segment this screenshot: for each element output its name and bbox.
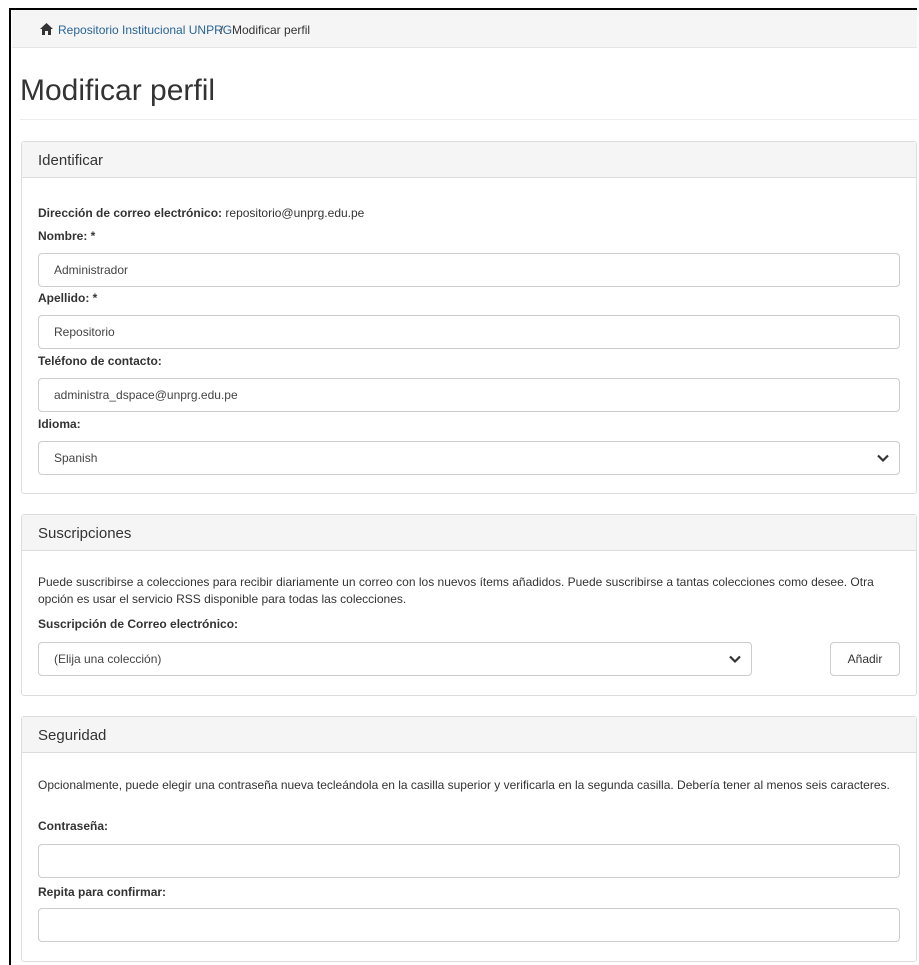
title-divider <box>20 119 918 120</box>
subscriptions-heading: Suscripciones <box>22 515 916 551</box>
email-row: Dirección de correo electrónico: reposit… <box>38 206 364 220</box>
security-panel: Seguridad Opcionalmente, puede elegir un… <box>21 716 917 962</box>
phone-input[interactable]: administra_dspace@unprg.edu.pe <box>38 378 900 412</box>
last-name-label: Apellido: * <box>38 291 98 305</box>
breadcrumb-current: Modificar perfil <box>232 23 311 37</box>
email-subscription-label: Suscripción de Correo electrónico: <box>38 617 239 631</box>
email-label: Dirección de correo electrónico: <box>38 206 223 220</box>
language-select[interactable]: Spanish <box>38 441 900 475</box>
subscriptions-panel: Suscripciones Puede suscribirse a colecc… <box>21 514 917 696</box>
last-name-input[interactable]: Repositorio <box>38 315 900 349</box>
page-title: Modificar perfil <box>20 74 216 107</box>
add-subscription-button[interactable]: Añadir <box>830 642 900 676</box>
collection-select[interactable]: (Elija una colección) <box>38 642 752 676</box>
breadcrumb-separator: / <box>220 23 224 37</box>
password-label: Contraseña: <box>38 819 109 833</box>
breadcrumb: Repositorio Institucional UNPRG / Modifi… <box>12 10 917 48</box>
subscriptions-description: Puede suscribirse a colecciones para rec… <box>38 575 874 606</box>
home-icon[interactable] <box>40 23 53 35</box>
breadcrumb-home-link[interactable]: Repositorio Institucional UNPRG <box>58 23 232 37</box>
language-label: Idioma: <box>38 417 81 431</box>
identify-heading: Identificar <box>22 142 916 178</box>
first-name-input[interactable]: Administrador <box>38 253 900 287</box>
first-name-label: Nombre: * <box>38 229 96 243</box>
email-value: repositorio@unprg.edu.pe <box>225 206 365 220</box>
confirm-password-input[interactable] <box>38 908 900 942</box>
password-input[interactable] <box>38 844 900 878</box>
identify-panel: Identificar Dirección de correo electrón… <box>21 141 917 494</box>
security-heading: Seguridad <box>22 717 916 753</box>
security-description: Opcionalmente, puede elegir una contrase… <box>38 778 890 792</box>
confirm-password-label: Repita para confirmar: <box>38 885 167 899</box>
collection-select-value: (Elija una colección) <box>54 652 162 666</box>
chevron-down-icon <box>877 454 889 463</box>
language-select-value: Spanish <box>54 451 98 465</box>
chevron-down-icon <box>729 655 741 664</box>
phone-label: Teléfono de contacto: <box>38 354 162 368</box>
